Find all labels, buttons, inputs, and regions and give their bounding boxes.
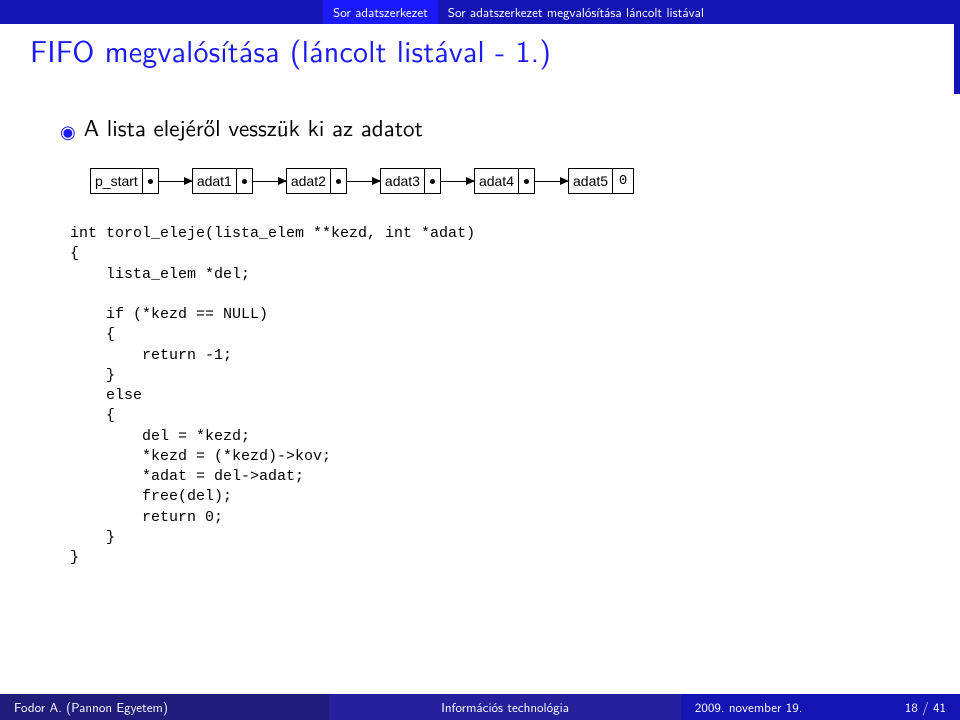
footer-page: 18 / 41	[905, 698, 946, 717]
linked-list-diagram: p_start adat1 adat2 adat3 adat4 adat5 0	[90, 168, 930, 194]
list-tail-null: 0	[612, 168, 634, 194]
tab-spacer	[0, 0, 323, 24]
pointer-dot-icon	[336, 179, 341, 184]
list-node: adat3	[380, 168, 441, 194]
node-label: adat5	[569, 169, 612, 193]
arrow-icon	[346, 181, 380, 182]
node-label: adat3	[381, 169, 424, 193]
node-label: adat1	[193, 169, 236, 193]
node-pointer	[236, 169, 252, 193]
list-node: adat1	[192, 168, 253, 194]
code-block: int torol_eleje(lista_elem **kezd, int *…	[70, 224, 930, 568]
node-label: p_start	[91, 169, 142, 193]
bullet-item: ◉ A lista elejéről vesszük ki az adatot	[60, 110, 930, 144]
pointer-dot-icon	[430, 179, 435, 184]
arrow-icon	[158, 181, 192, 182]
node-label: adat2	[287, 169, 330, 193]
arrow-icon	[440, 181, 474, 182]
list-node-start: p_start	[90, 168, 159, 194]
pointer-dot-icon	[148, 179, 153, 184]
arrow-icon	[252, 181, 286, 182]
list-node: adat2	[286, 168, 347, 194]
slide-footer: Fodor A. (Pannon Egyetem) Információs te…	[0, 694, 960, 720]
node-pointer	[142, 169, 158, 193]
node-pointer	[330, 169, 346, 193]
slide-title-row: FIFO megvalósítása (láncolt listával - 1…	[0, 24, 960, 82]
title-shadow	[954, 24, 960, 94]
bullet-text: A lista elejéről vesszük ki az adatot	[84, 110, 423, 144]
tab-section[interactable]: Sor adatszerkezet	[323, 0, 438, 24]
footer-date: 2009. november 19.	[695, 698, 803, 717]
node-pointer	[518, 169, 534, 193]
slide-title: FIFO megvalósítása (láncolt listával - 1…	[30, 28, 930, 72]
list-node: adat4	[474, 168, 535, 194]
footer-author: Fodor A. (Pannon Egyetem)	[0, 694, 329, 720]
tab-subsection[interactable]: Sor adatszerkezet megvalósítása láncolt …	[438, 0, 960, 24]
footer-date-page: 2009. november 19. 18 / 41	[681, 694, 960, 720]
pointer-dot-icon	[242, 179, 247, 184]
section-tabs: Sor adatszerkezet Sor adatszerkezet megv…	[0, 0, 960, 24]
pointer-dot-icon	[524, 179, 529, 184]
arrow-icon	[534, 181, 568, 182]
list-node: adat5	[568, 168, 613, 194]
node-label: adat4	[475, 169, 518, 193]
bullet-icon: ◉	[60, 117, 76, 144]
footer-course: Információs technológia	[329, 694, 681, 720]
slide-content: ◉ A lista elejéről vesszük ki az adatot …	[30, 110, 930, 568]
node-pointer	[424, 169, 440, 193]
